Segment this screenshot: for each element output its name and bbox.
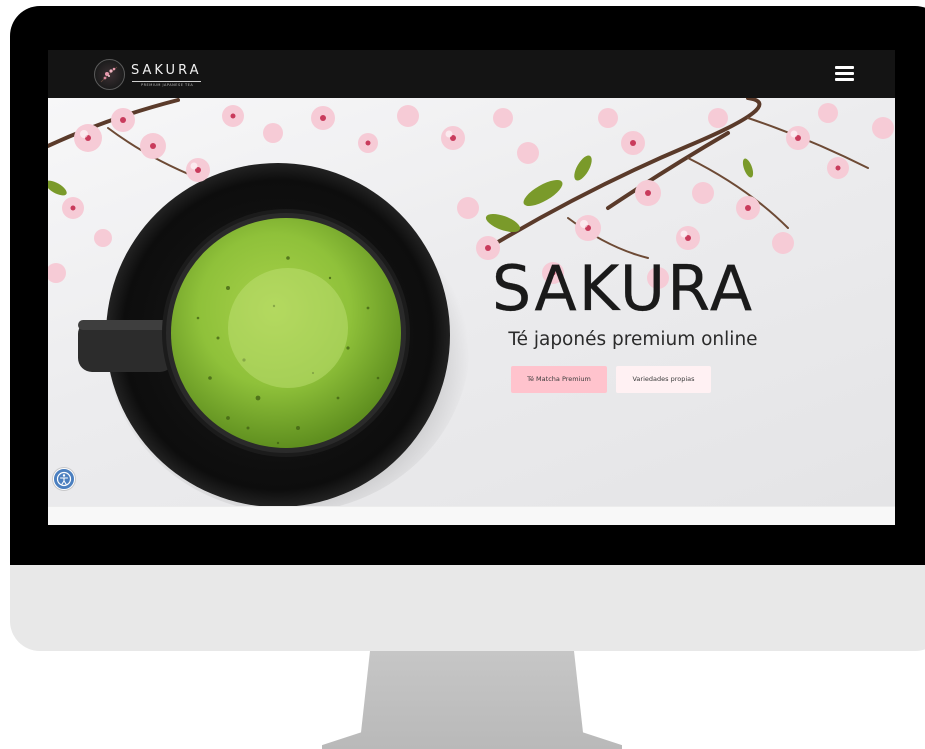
page-content-strip	[48, 506, 895, 525]
logo-divider	[132, 81, 201, 82]
hero-title: SAKURA	[491, 252, 755, 325]
logo-subtitle: PREMIUM JAPANESE TEA	[141, 83, 194, 87]
navbar: SAKURA PREMIUM JAPANESE TEA	[48, 50, 895, 98]
hero-section: SAKURA Té japonés premium online Té Matc…	[48, 98, 895, 506]
website-screen: SAKURA PREMIUM JAPANESE TEA SAKURA Té ja…	[48, 50, 895, 525]
cherry-blossom-logo-icon[interactable]	[94, 59, 125, 90]
matcha-premium-button[interactable]: Té Matcha Premium	[511, 366, 607, 393]
hero-subtitle: Té japonés premium online	[508, 329, 758, 350]
accessibility-icon[interactable]	[53, 468, 75, 490]
logo-text[interactable]: SAKURA	[131, 64, 201, 78]
monitor-stand	[322, 651, 622, 749]
hamburger-menu-icon[interactable]	[835, 66, 854, 82]
variedades-propias-button[interactable]: Variedades propias	[616, 366, 711, 393]
